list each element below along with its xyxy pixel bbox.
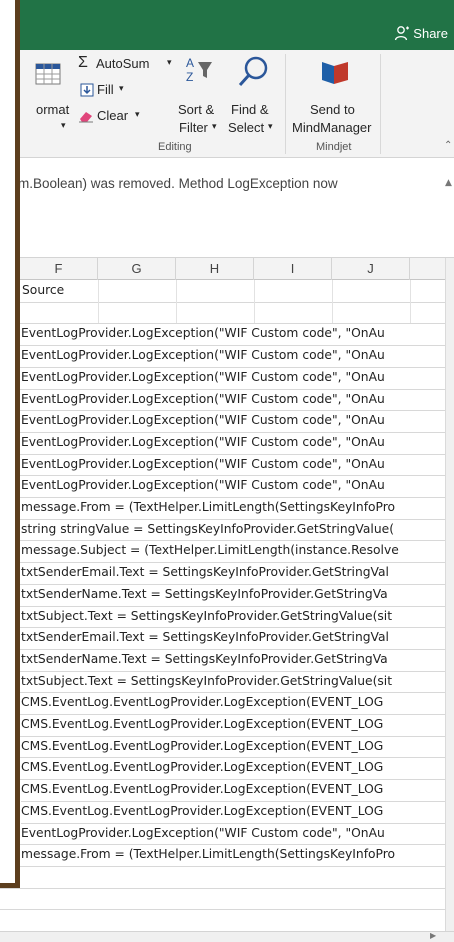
- title-bar: Share: [0, 0, 454, 50]
- table-row[interactable]: CMS.EventLog.EventLogProvider.LogExcepti…: [21, 692, 445, 713]
- collapse-ribbon-icon[interactable]: ⌃: [444, 140, 452, 151]
- table-row[interactable]: EventLogProvider.LogException("WIF Custo…: [21, 323, 445, 344]
- fill-label: Fill: [97, 82, 114, 97]
- table-row[interactable]: CMS.EventLog.EventLogProvider.LogExcepti…: [21, 757, 445, 778]
- mindmanager-icon: [322, 62, 348, 84]
- table-row[interactable]: string stringValue = SettingsKeyInfoProv…: [21, 519, 445, 540]
- table-row[interactable]: CMS.EventLog.EventLogProvider.LogExcepti…: [21, 801, 445, 822]
- table-row[interactable]: message.From = (TextHelper.LimitLength(S…: [21, 497, 445, 518]
- table-row[interactable]: txtSenderName.Text = SettingsKeyInfoProv…: [21, 584, 445, 605]
- share-label: Share: [413, 25, 448, 41]
- sort-filter-button[interactable]: A Z Sort & Filter ▾: [174, 54, 226, 138]
- table-row[interactable]: txtSubject.Text = SettingsKeyInfoProvide…: [21, 606, 445, 627]
- fill-button[interactable]: Fill ▾: [78, 80, 148, 100]
- grid-line: [0, 888, 445, 889]
- find-select-label-line2: Select: [228, 120, 265, 135]
- format-label: ormat: [36, 102, 70, 117]
- column-header[interactable]: I: [254, 258, 332, 280]
- fill-down-icon: [80, 83, 94, 97]
- sigma-icon: Σ: [78, 54, 88, 71]
- header-cell-source[interactable]: Source: [22, 280, 64, 301]
- table-row[interactable]: EventLogProvider.LogException("WIF Custo…: [21, 410, 445, 431]
- table-row[interactable]: EventLogProvider.LogException("WIF Custo…: [21, 345, 445, 366]
- horizontal-scrollbar[interactable]: ▶: [0, 931, 454, 942]
- grid-line: [0, 909, 445, 910]
- dialog-overlay-edge: [0, 0, 20, 888]
- notification-bar: m.Boolean) was removed. Method LogExcept…: [0, 158, 454, 258]
- table-row[interactable]: CMS.EventLog.EventLogProvider.LogExcepti…: [21, 779, 445, 800]
- column-header[interactable]: F: [20, 258, 98, 280]
- scroll-up-icon[interactable]: ▲: [445, 178, 452, 188]
- chevron-down-icon: ▾: [119, 83, 124, 93]
- vertical-scrollbar[interactable]: [445, 258, 454, 931]
- column-header[interactable]: [410, 258, 445, 280]
- person-icon: [395, 26, 410, 41]
- column-header[interactable]: G: [98, 258, 176, 280]
- send-to-mindmanager-button[interactable]: Send to MindManager: [288, 54, 380, 138]
- table-row[interactable]: EventLogProvider.LogException("WIF Custo…: [21, 475, 445, 496]
- table-row[interactable]: txtSenderEmail.Text = SettingsKeyInfoPro…: [21, 627, 445, 648]
- clear-button[interactable]: Clear ▾: [78, 106, 158, 126]
- table-row[interactable]: txtSenderEmail.Text = SettingsKeyInfoPro…: [21, 562, 445, 583]
- chevron-down-icon: ▾: [135, 109, 140, 119]
- table-row[interactable]: [21, 302, 445, 323]
- table-row[interactable]: EventLogProvider.LogException("WIF Custo…: [21, 823, 445, 844]
- table-row[interactable]: message.Subject = (TextHelper.LimitLengt…: [21, 540, 445, 561]
- table-row[interactable]: EventLogProvider.LogException("WIF Custo…: [21, 367, 445, 388]
- autosum-button[interactable]: Σ AutoSum ▾: [78, 54, 176, 74]
- column-header-bar: F G H I J: [0, 258, 445, 280]
- sort-filter-icon: A Z: [186, 56, 212, 84]
- find-select-button[interactable]: Find & Select ▾: [228, 54, 280, 138]
- clear-label: Clear: [97, 108, 129, 123]
- autosum-label: AutoSum: [96, 56, 150, 71]
- table-row[interactable]: txtSubject.Text = SettingsKeyInfoProvide…: [21, 671, 445, 692]
- table-row[interactable]: txtSenderName.Text = SettingsKeyInfoProv…: [21, 649, 445, 670]
- table-row[interactable]: EventLogProvider.LogException("WIF Custo…: [21, 389, 445, 410]
- send-to-label-line2: MindManager: [292, 120, 372, 135]
- column-header[interactable]: J: [332, 258, 410, 280]
- search-icon: [238, 56, 268, 87]
- group-divider: [380, 54, 381, 154]
- mindjet-group-label: Mindjet: [316, 141, 352, 153]
- svg-text:A: A: [186, 56, 194, 70]
- chevron-down-icon: ▾: [61, 120, 66, 130]
- svg-text:Z: Z: [186, 70, 193, 84]
- sort-filter-label-line1: Sort &: [178, 102, 215, 117]
- eraser-icon: [79, 112, 93, 123]
- table-row[interactable]: EventLogProvider.LogException("WIF Custo…: [21, 454, 445, 475]
- chevron-down-icon: ▾: [212, 121, 217, 131]
- share-button[interactable]: Share: [394, 22, 448, 44]
- send-to-label-line1: Send to: [310, 102, 355, 117]
- worksheet-grid[interactable]: Source EventLogProvider.LogException("WI…: [0, 280, 445, 931]
- table-row[interactable]: CMS.EventLog.EventLogProvider.LogExcepti…: [21, 714, 445, 735]
- table-row[interactable]: message.From = (TextHelper.LimitLength(S…: [21, 844, 445, 865]
- sort-filter-label-line2: Filter: [179, 120, 208, 135]
- notification-text: m.Boolean) was removed. Method LogExcept…: [18, 176, 338, 191]
- ribbon-home: ormat ▾ Σ AutoSum ▾ Fill ▾ Clear ▾ A Z S…: [0, 50, 454, 158]
- editing-group-label: Editing: [158, 141, 192, 153]
- scroll-right-icon[interactable]: ▶: [430, 931, 436, 940]
- format-button[interactable]: ormat ▾: [26, 54, 72, 138]
- table-format-icon: [35, 63, 61, 85]
- chevron-down-icon: ▾: [167, 57, 172, 67]
- chevron-down-icon: ▾: [268, 121, 273, 131]
- column-header[interactable]: H: [176, 258, 254, 280]
- table-row[interactable]: CMS.EventLog.EventLogProvider.LogExcepti…: [21, 736, 445, 757]
- find-select-label-line1: Find &: [231, 102, 269, 117]
- table-row[interactable]: EventLogProvider.LogException("WIF Custo…: [21, 432, 445, 453]
- grid-line: [0, 866, 445, 867]
- group-divider: [285, 54, 286, 154]
